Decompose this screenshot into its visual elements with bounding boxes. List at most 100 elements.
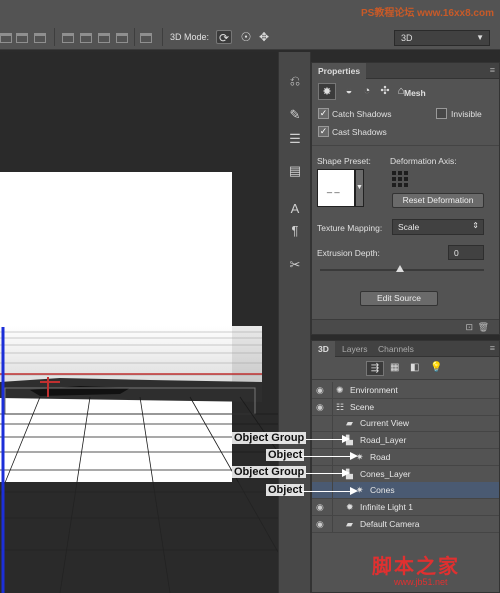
texture-mapping-select[interactable]: Scale ⇕ <box>392 219 484 235</box>
layer-row[interactable]: ◉ ▰ Default Camera <box>312 515 499 533</box>
tools-icon[interactable]: ✂ <box>285 256 305 274</box>
layer-row-label: Cones <box>370 485 395 496</box>
divider <box>162 28 163 46</box>
eye-hidden-icon[interactable] <box>316 435 328 445</box>
arrow-head-icon <box>342 469 350 477</box>
eye-icon[interactable]: ◉ <box>316 502 328 512</box>
arrow-head-icon <box>350 452 358 460</box>
roll-icon[interactable]: ☉ <box>238 30 254 44</box>
align-bottom-icon[interactable] <box>34 33 46 43</box>
distribute-center-icon[interactable] <box>80 33 92 43</box>
catch-shadows-checkbox[interactable]: ✓ <box>318 108 329 119</box>
layer-row[interactable]: ◉ ☷ Scene <box>312 398 499 416</box>
brush-icon[interactable]: ✎ <box>285 106 305 124</box>
shape-preset-swatch[interactable]: _ _ <box>317 169 355 207</box>
options-bar: PS教程论坛 www.16xx8.com 3D Mode: ⟳ ☉ ✥ 3D ▼ <box>0 0 500 50</box>
callout-arrow <box>306 439 342 440</box>
render-icon[interactable]: ⊡ <box>465 322 473 333</box>
eye-icon[interactable]: ◉ <box>316 402 328 412</box>
callout-arrow <box>302 491 350 492</box>
3d-filter-bar: ⇶ ▦ ◧ 💡 <box>312 358 499 380</box>
cast-shadows-checkbox[interactable]: ✓ <box>318 126 329 137</box>
deform-mode-icon[interactable]: ◒ <box>340 83 358 100</box>
texture-mapping-label: Texture Mapping: <box>317 223 383 233</box>
eye-hidden-icon[interactable] <box>316 418 328 428</box>
light-icon: ✹ <box>346 501 354 512</box>
tab-properties[interactable]: Properties <box>312 63 367 79</box>
callout-label: Object Group <box>232 432 307 444</box>
extrusion-slider-handle[interactable] <box>396 265 404 272</box>
scene-icon: ☷ <box>336 401 345 412</box>
auto-align-icon[interactable] <box>140 33 152 43</box>
shape-preset-dropdown-icon[interactable]: ▼ <box>355 169 364 207</box>
arrow-head-icon <box>350 487 358 495</box>
eye-icon[interactable]: ◉ <box>316 385 328 395</box>
layer-row-label: Current View <box>360 418 409 429</box>
tab-layers[interactable]: Layers <box>336 341 374 357</box>
tab-3d[interactable]: 3D <box>312 341 335 357</box>
callout-label: Object <box>266 449 305 461</box>
character-icon[interactable]: A <box>285 200 305 218</box>
camera-icon: ▰ <box>346 418 353 429</box>
distribute-right-icon[interactable] <box>98 33 110 43</box>
edit-source-button[interactable]: Edit Source <box>360 291 438 306</box>
mesh-label: Mesh <box>404 88 426 98</box>
lights-filter-icon[interactable]: 💡 <box>430 362 442 373</box>
drag-icon[interactable]: ✥ <box>256 30 272 44</box>
layer-row-label: Environment <box>350 385 398 395</box>
mesh-mode-icon[interactable]: ✸ <box>318 83 336 100</box>
extrusion-depth-input[interactable]: 0 <box>448 245 484 260</box>
watermark-logo: 脚本之家 <box>372 554 460 578</box>
align-top-icon[interactable] <box>0 33 12 43</box>
callout-label: Object <box>266 484 305 496</box>
divider <box>134 28 135 46</box>
properties-tabbar: Properties ≡ <box>312 63 499 79</box>
meshes-filter-icon[interactable]: ▦ <box>390 362 399 373</box>
reset-deformation-button[interactable]: Reset Deformation <box>392 193 484 208</box>
deformation-axis-grid-icon[interactable] <box>392 171 408 187</box>
layer-row[interactable]: ▙ Cones_Layer <box>312 465 499 483</box>
layer-row[interactable]: ✷ Road <box>312 448 499 466</box>
divider <box>332 515 333 532</box>
distribute-left-icon[interactable] <box>62 33 74 43</box>
layer-row-label: Road_Layer <box>360 435 407 446</box>
3d-scene <box>0 52 278 593</box>
properties-panel: Properties ≡ ✸ ◒ ◔ ✣ ⌂ Mesh ✓ Catch Shad… <box>311 62 500 335</box>
3d-panel-tabbar: 3D Layers Channels ≡ <box>312 341 499 357</box>
layer-row[interactable]: ▰ Current View <box>312 415 499 433</box>
divider <box>332 498 333 515</box>
whole-scene-icon[interactable]: ⇶ <box>366 361 384 376</box>
chevron-down-icon: ▼ <box>476 33 484 42</box>
align-middle-icon[interactable] <box>16 33 28 43</box>
tab-channels[interactable]: Channels <box>372 341 420 357</box>
paragraph-icon[interactable]: ¶ <box>285 222 305 240</box>
actions-icon[interactable]: ▤ <box>285 162 305 180</box>
layer-row-label: Scene <box>350 401 375 412</box>
trash-icon[interactable]: 🗑 <box>478 322 489 333</box>
distribute-spacing-icon[interactable] <box>116 33 128 43</box>
arrow-head-icon <box>342 435 350 443</box>
panel-menu-icon[interactable]: ≡ <box>490 343 495 353</box>
canvas-viewport[interactable] <box>0 52 278 593</box>
adjustments-icon[interactable]: ☰ <box>285 130 305 148</box>
properties-footer: ⊡ 🗑 <box>312 319 499 334</box>
layer-row[interactable]: ◉ ✺ Environment <box>312 382 499 399</box>
divider <box>332 415 333 432</box>
callout-label: Object Group <box>232 466 307 478</box>
panel-menu-icon[interactable]: ≡ <box>490 65 495 75</box>
layer-row-label: Cones_Layer <box>360 468 411 479</box>
environment-icon: ✺ <box>336 385 344 395</box>
layer-row[interactable]: ◉ ✹ Infinite Light 1 <box>312 498 499 516</box>
catch-shadows-label: Catch Shadows <box>332 109 392 119</box>
invisible-checkbox[interactable] <box>436 108 447 119</box>
watermark-url: www.jb51.net <box>394 577 448 587</box>
3d-mode-label: 3D Mode: <box>170 32 210 42</box>
orbit-icon[interactable]: ⟳ <box>216 30 232 45</box>
cap-mode-icon[interactable]: ◔ <box>358 83 376 100</box>
eye-icon[interactable]: ◉ <box>316 519 328 529</box>
history-icon[interactable]: ⎌ <box>285 72 305 90</box>
materials-filter-icon[interactable]: ◧ <box>410 362 419 373</box>
camera-icon: ▰ <box>346 518 353 529</box>
workspace-select[interactable]: 3D ▼ <box>394 30 490 46</box>
layer-row[interactable]: ▙ Road_Layer <box>312 432 499 450</box>
